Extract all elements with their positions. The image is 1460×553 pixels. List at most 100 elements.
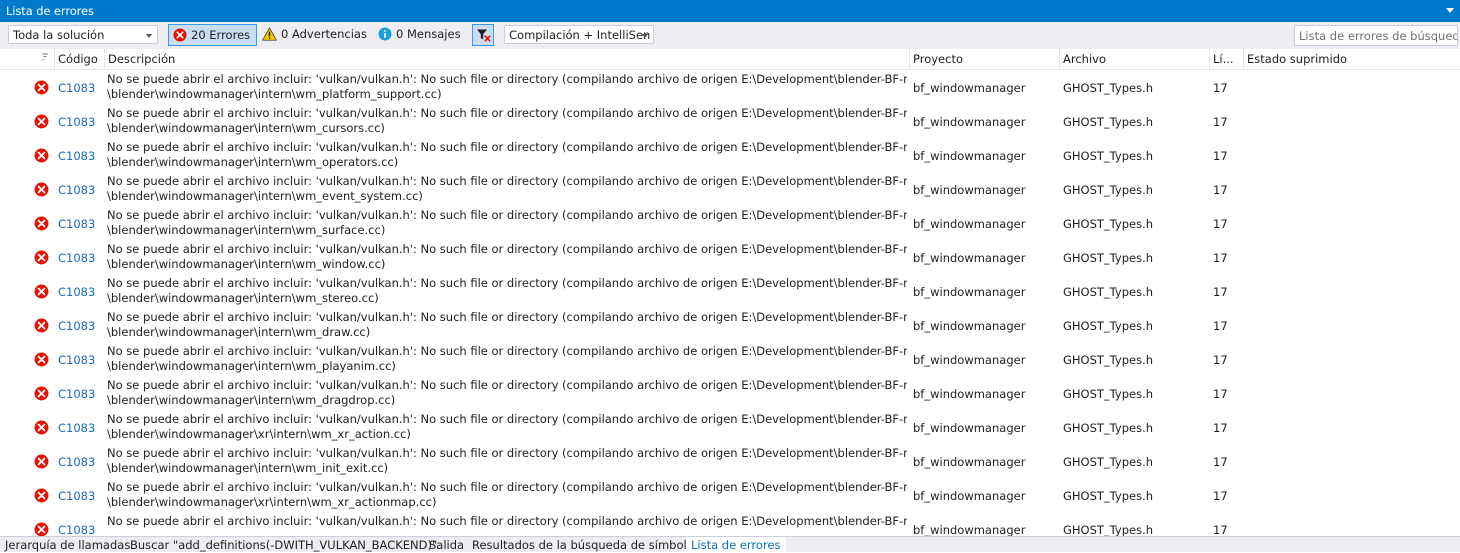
error-icon (34, 352, 49, 370)
description-line-1: No se puede abrir el archivo incluir: 'v… (107, 446, 907, 460)
column-header-line[interactable]: Lí... (1209, 49, 1243, 69)
error-code-link[interactable]: C1083 (58, 342, 104, 376)
column-header-description[interactable]: Descripción (104, 49, 909, 69)
warnings-filter-label: 0 Advertencias (281, 27, 367, 41)
error-description: No se puede abrir el archivo incluir: 'v… (107, 444, 907, 478)
table-row[interactable]: C1083 No se puede abrir el archivo inclui… (0, 308, 1460, 342)
description-line-2: \blender\windowmanager\intern\wm_playani… (107, 359, 396, 373)
description-line-1: No se puede abrir el archivo incluir: 'v… (107, 378, 907, 392)
project-cell: bf_windowmanager (913, 455, 1026, 469)
tool-window-titlebar: Lista de errores (0, 0, 1460, 22)
error-code-link[interactable]: C1083 (58, 274, 104, 308)
table-row[interactable]: C1083 No se puede abrir el archivo inclui… (0, 478, 1460, 512)
sort-indicator-icon (40, 50, 50, 64)
project-cell: bf_windowmanager (913, 489, 1026, 503)
error-description: No se puede abrir el archivo incluir: 'v… (107, 308, 907, 342)
table-row[interactable]: C1083 No se puede abrir el archivo inclui… (0, 410, 1460, 444)
project-cell: bf_windowmanager (913, 523, 1026, 536)
warnings-filter-button[interactable]: 0 Advertencias (258, 24, 373, 46)
line-cell: 17 (1213, 115, 1228, 129)
error-description: No se puede abrir el archivo incluir: 'v… (107, 206, 907, 240)
error-description: No se puede abrir el archivo incluir: 'v… (107, 410, 907, 444)
table-row[interactable]: C1083 No se puede abrir el archivo inclui… (0, 444, 1460, 478)
project-cell: bf_windowmanager (913, 149, 1026, 163)
suppression-cell (1247, 512, 1447, 536)
table-row[interactable]: C1083 No se puede abrir el archivo inclui… (0, 70, 1460, 104)
description-line-1: No se puede abrir el archivo incluir: 'v… (107, 106, 907, 120)
info-icon (378, 27, 392, 44)
error-code-link[interactable]: C1083 (58, 206, 104, 240)
error-code-link[interactable]: C1083 (58, 444, 104, 478)
tab-error-list[interactable]: Lista de errores (686, 537, 786, 553)
description-line-2: \blender\windowmanager\intern\wm_draw.cc… (107, 325, 371, 339)
error-icon (34, 216, 49, 234)
column-header-suppression[interactable]: Estado suprimido (1243, 49, 1460, 69)
build-source-dropdown[interactable]: Compilación + IntelliSen (504, 25, 654, 44)
description-line-2: \blender\windowmanager\intern\wm_surface… (107, 223, 386, 237)
line-cell: 17 (1213, 81, 1228, 95)
line-cell: 17 (1213, 353, 1228, 367)
line-cell: 17 (1213, 149, 1228, 163)
error-description: No se puede abrir el archivo incluir: 'v… (107, 274, 907, 308)
description-line-2: \blender\windowmanager\intern\wm_init_ex… (107, 461, 389, 475)
window-menu-dropdown-icon[interactable] (1446, 8, 1454, 13)
table-row[interactable]: C1083 No se puede abrir el archivo inclui… (0, 206, 1460, 240)
error-code-link[interactable]: C1083 (58, 308, 104, 342)
table-row[interactable]: C1083 No se puede abrir el archivo inclui… (0, 104, 1460, 138)
project-cell: bf_windowmanager (913, 353, 1026, 367)
line-cell: 17 (1213, 489, 1228, 503)
error-code-link[interactable]: C1083 (58, 172, 104, 206)
description-line-1: No se puede abrir el archivo incluir: 'v… (107, 140, 907, 154)
table-row[interactable]: C1083 No se puede abrir el archivo inclui… (0, 138, 1460, 172)
error-code-link[interactable]: C1083 (58, 104, 104, 138)
table-row[interactable]: C1083 No se puede abrir el archivo inclui… (0, 240, 1460, 274)
error-icon (34, 80, 49, 98)
error-code-link[interactable]: C1083 (58, 410, 104, 444)
tab-symbol-search-results[interactable]: Resultados de la búsqueda de símbolos (467, 537, 705, 553)
error-code-link[interactable]: C1083 (58, 376, 104, 410)
project-cell: bf_windowmanager (913, 81, 1026, 95)
table-row[interactable]: C1083 No se puede abrir el archivo inclui… (0, 342, 1460, 376)
filter-icon (476, 28, 491, 46)
suppression-cell (1247, 410, 1447, 444)
error-description: No se puede abrir el archivo incluir: 'v… (107, 70, 907, 104)
errors-filter-button[interactable]: 20 Errores (168, 24, 258, 46)
suppression-cell (1247, 138, 1447, 172)
scope-dropdown[interactable]: Toda la solución (8, 25, 158, 44)
tab-output[interactable]: Salida (424, 537, 469, 553)
table-row[interactable]: C1083 No se puede abrir el archivo inclui… (0, 274, 1460, 308)
messages-filter-button[interactable]: 0 Mensajes (374, 24, 467, 46)
description-line-1: No se puede abrir el archivo incluir: 'v… (107, 174, 907, 188)
file-cell: GHOST_Types.h (1063, 115, 1154, 129)
line-cell: 17 (1213, 319, 1228, 333)
icon-column-header[interactable] (0, 49, 54, 69)
column-header-code[interactable]: Código (54, 49, 104, 69)
error-code-link[interactable]: C1083 (58, 478, 104, 512)
error-code-link[interactable]: C1083 (58, 138, 104, 172)
suppression-cell (1247, 172, 1447, 206)
build-filter-toggle-button[interactable] (472, 24, 494, 46)
error-list: C1083 No se puede abrir el archivo inclui… (0, 70, 1460, 536)
error-description: No se puede abrir el archivo incluir: 'v… (107, 138, 907, 172)
error-code-link[interactable]: C1083 (58, 512, 104, 536)
error-icon (34, 454, 49, 472)
error-code-link[interactable]: C1083 (58, 240, 104, 274)
suppression-cell (1247, 376, 1447, 410)
tab-call-hierarchy[interactable]: Jerarquía de llamadas (0, 537, 135, 553)
table-row[interactable]: C1083 No se puede abrir el archivo inclui… (0, 376, 1460, 410)
tab-find-results[interactable]: Buscar "add_definitions(-DWITH_VULKAN_BA… (125, 537, 442, 553)
column-header-file[interactable]: Archivo (1059, 49, 1209, 69)
project-cell: bf_windowmanager (913, 217, 1026, 231)
table-row[interactable]: C1083 No se puede abrir el archivo inclui… (0, 172, 1460, 206)
search-input[interactable]: Lista de errores de búsqueda (1294, 25, 1458, 46)
error-icon (34, 522, 49, 536)
error-code-link[interactable]: C1083 (58, 70, 104, 104)
table-row[interactable]: C1083 No se puede abrir el archivo inclui… (0, 512, 1460, 536)
column-header-project[interactable]: Proyecto (909, 49, 1059, 69)
search-placeholder: Lista de errores de búsqueda (1299, 29, 1458, 43)
line-cell: 17 (1213, 285, 1228, 299)
project-cell: bf_windowmanager (913, 421, 1026, 435)
error-icon (34, 318, 49, 336)
error-description: No se puede abrir el archivo incluir: 'v… (107, 172, 907, 206)
error-icon (34, 386, 49, 404)
